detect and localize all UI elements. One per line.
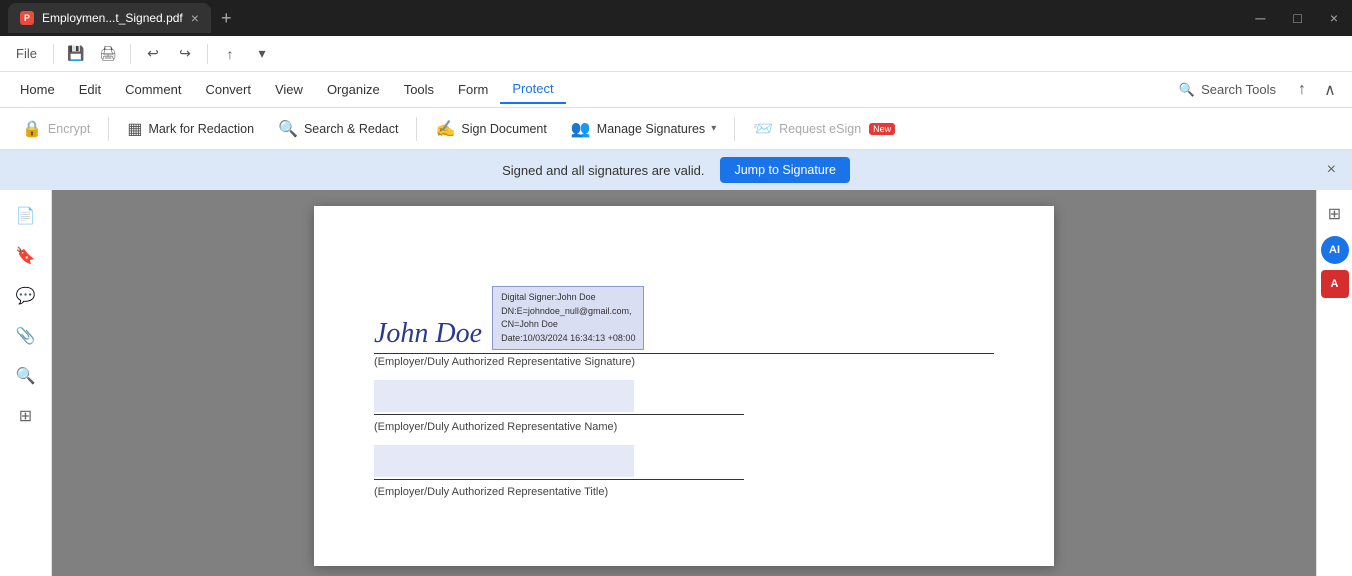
- window-controls: ─ □ ×: [1249, 8, 1344, 28]
- toolbar-separator-2: [130, 44, 131, 64]
- sig-field-label: (Employer/Duly Authorized Representative…: [374, 356, 994, 368]
- app-toolbar: File 💾 🖨 ↩ ↪ ↑ ▾: [0, 36, 1352, 72]
- signature-name: John Doe: [374, 318, 482, 350]
- browser-chrome: P Employmen...t_Signed.pdf × + ─ □ ×: [0, 0, 1352, 36]
- upload-button[interactable]: ↑: [1288, 76, 1316, 104]
- sign-document-label: Sign Document: [461, 122, 546, 136]
- search-redact-label: Search & Redact: [304, 122, 399, 136]
- more-button[interactable]: ▾: [248, 40, 276, 68]
- sidebar-layers-icon[interactable]: ⊞: [8, 398, 44, 434]
- search-tools-button[interactable]: 🔍 Search Tools: [1167, 78, 1288, 102]
- save-button[interactable]: 💾: [62, 40, 90, 68]
- title-field-label: (Employer/Duly Authorized Representative…: [374, 486, 994, 498]
- search-redact-button[interactable]: 🔍 Search & Redact: [268, 113, 408, 145]
- file-menu-button[interactable]: File: [8, 40, 45, 68]
- mark-redaction-label: Mark for Redaction: [148, 122, 254, 136]
- panel-filter-icon[interactable]: ⊞: [1319, 198, 1351, 230]
- mark-redaction-icon: ▦: [127, 119, 142, 139]
- protect-ribbon: 🔒 Encrypt ▦ Mark for Redaction 🔍 Search …: [0, 108, 1352, 150]
- sidebar-bookmarks-icon[interactable]: 🔖: [8, 238, 44, 274]
- toolbar-separator-1: [53, 44, 54, 64]
- jump-to-signature-button[interactable]: Jump to Signature: [720, 157, 849, 183]
- digital-signer-line3: CN=John Doe: [501, 318, 635, 332]
- close-button[interactable]: ×: [1324, 8, 1344, 28]
- menu-convert[interactable]: Convert: [193, 76, 263, 103]
- ms-addon-button[interactable]: A: [1321, 270, 1349, 298]
- request-esign-icon: 📨: [753, 119, 773, 139]
- ai-assistant-button[interactable]: AI: [1321, 236, 1349, 264]
- redo-button[interactable]: ↪: [171, 40, 199, 68]
- lock-icon: 🔒: [22, 119, 42, 139]
- sidebar-comments-icon[interactable]: 💬: [8, 278, 44, 314]
- sidebar-search-icon[interactable]: 🔍: [8, 358, 44, 394]
- notification-close-button[interactable]: ×: [1327, 161, 1336, 179]
- notification-text: Signed and all signatures are valid.: [502, 163, 704, 178]
- encrypt-button[interactable]: 🔒 Encrypt: [12, 113, 100, 145]
- sidebar-pages-icon[interactable]: 📄: [8, 198, 44, 234]
- ribbon-sep-1: [108, 117, 109, 141]
- request-esign-label: Request eSign: [779, 122, 861, 136]
- pdf-page: John Doe Digital Signer:John Doe DN:E=jo…: [314, 206, 1054, 566]
- digital-signer-box: Digital Signer:John Doe DN:E=johndoe_nul…: [492, 286, 644, 350]
- manage-signatures-chevron: ▾: [711, 123, 716, 134]
- menu-edit[interactable]: Edit: [67, 76, 113, 103]
- notification-bar: Signed and all signatures are valid. Jum…: [0, 150, 1352, 190]
- ribbon-sep-2: [416, 117, 417, 141]
- manage-signatures-button[interactable]: 👥 Manage Signatures ▾: [561, 113, 726, 145]
- search-redact-icon: 🔍: [278, 119, 298, 139]
- tab-title: Employmen...t_Signed.pdf: [42, 11, 183, 25]
- name-underline: [374, 414, 744, 415]
- menu-organize[interactable]: Organize: [315, 76, 392, 103]
- title-underline: [374, 479, 744, 480]
- share-button[interactable]: ↑: [216, 40, 244, 68]
- mark-redaction-button[interactable]: ▦ Mark for Redaction: [117, 113, 264, 145]
- title-field-box: [374, 445, 634, 477]
- digital-signer-line2: DN:E=johndoe_null@gmail.com,: [501, 305, 635, 319]
- manage-signatures-label: Manage Signatures: [597, 122, 705, 136]
- tab-bar: P Employmen...t_Signed.pdf × +: [8, 3, 1243, 33]
- name-field-box: [374, 380, 634, 412]
- minimize-button[interactable]: ─: [1249, 8, 1271, 28]
- left-sidebar: 📄 🔖 💬 📎 🔍 ⊞: [0, 190, 52, 576]
- menu-tools[interactable]: Tools: [392, 76, 446, 103]
- menu-protect[interactable]: Protect: [500, 75, 565, 104]
- collapse-button[interactable]: ∧: [1316, 76, 1344, 104]
- menu-home[interactable]: Home: [8, 76, 67, 103]
- menu-form[interactable]: Form: [446, 76, 500, 103]
- name-field-label: (Employer/Duly Authorized Representative…: [374, 421, 994, 433]
- menu-bar: Home Edit Comment Convert View Organize …: [0, 72, 1352, 108]
- print-button[interactable]: 🖨: [94, 40, 122, 68]
- signature-block: John Doe Digital Signer:John Doe DN:E=jo…: [374, 286, 994, 498]
- manage-signatures-icon: 👥: [571, 119, 591, 139]
- menu-view[interactable]: View: [263, 76, 315, 103]
- tab-favicon: P: [20, 11, 34, 25]
- sign-document-button[interactable]: ✍ Sign Document: [425, 113, 556, 145]
- menu-comment[interactable]: Comment: [113, 76, 193, 103]
- request-esign-button[interactable]: 📨 Request eSign New: [743, 113, 905, 145]
- digital-signer-line4: Date:10/03/2024 16:34:13 +08:00: [501, 332, 635, 346]
- ribbon-sep-3: [734, 117, 735, 141]
- pdf-area: John Doe Digital Signer:John Doe DN:E=jo…: [52, 190, 1316, 576]
- maximize-button[interactable]: □: [1287, 8, 1307, 28]
- main-area: 📄 🔖 💬 📎 🔍 ⊞ John Doe Digital Signer:John…: [0, 190, 1352, 576]
- digital-signer-line1: Digital Signer:John Doe: [501, 291, 635, 305]
- toolbar-separator-3: [207, 44, 208, 64]
- new-tab-button[interactable]: +: [215, 8, 238, 29]
- right-sidebar: ⊞ AI A: [1316, 190, 1352, 576]
- request-esign-badge: New: [869, 123, 895, 135]
- search-tools-label: Search Tools: [1201, 82, 1276, 97]
- encrypt-label: Encrypt: [48, 122, 90, 136]
- sign-document-icon: ✍: [435, 119, 455, 139]
- sidebar-attachments-icon[interactable]: 📎: [8, 318, 44, 354]
- signature-line-area: John Doe Digital Signer:John Doe DN:E=jo…: [374, 286, 994, 350]
- undo-button[interactable]: ↩: [139, 40, 167, 68]
- search-tools-icon: 🔍: [1179, 82, 1195, 98]
- browser-tab[interactable]: P Employmen...t_Signed.pdf ×: [8, 3, 211, 33]
- tab-close-button[interactable]: ×: [191, 10, 199, 26]
- signature-underline: [374, 353, 994, 354]
